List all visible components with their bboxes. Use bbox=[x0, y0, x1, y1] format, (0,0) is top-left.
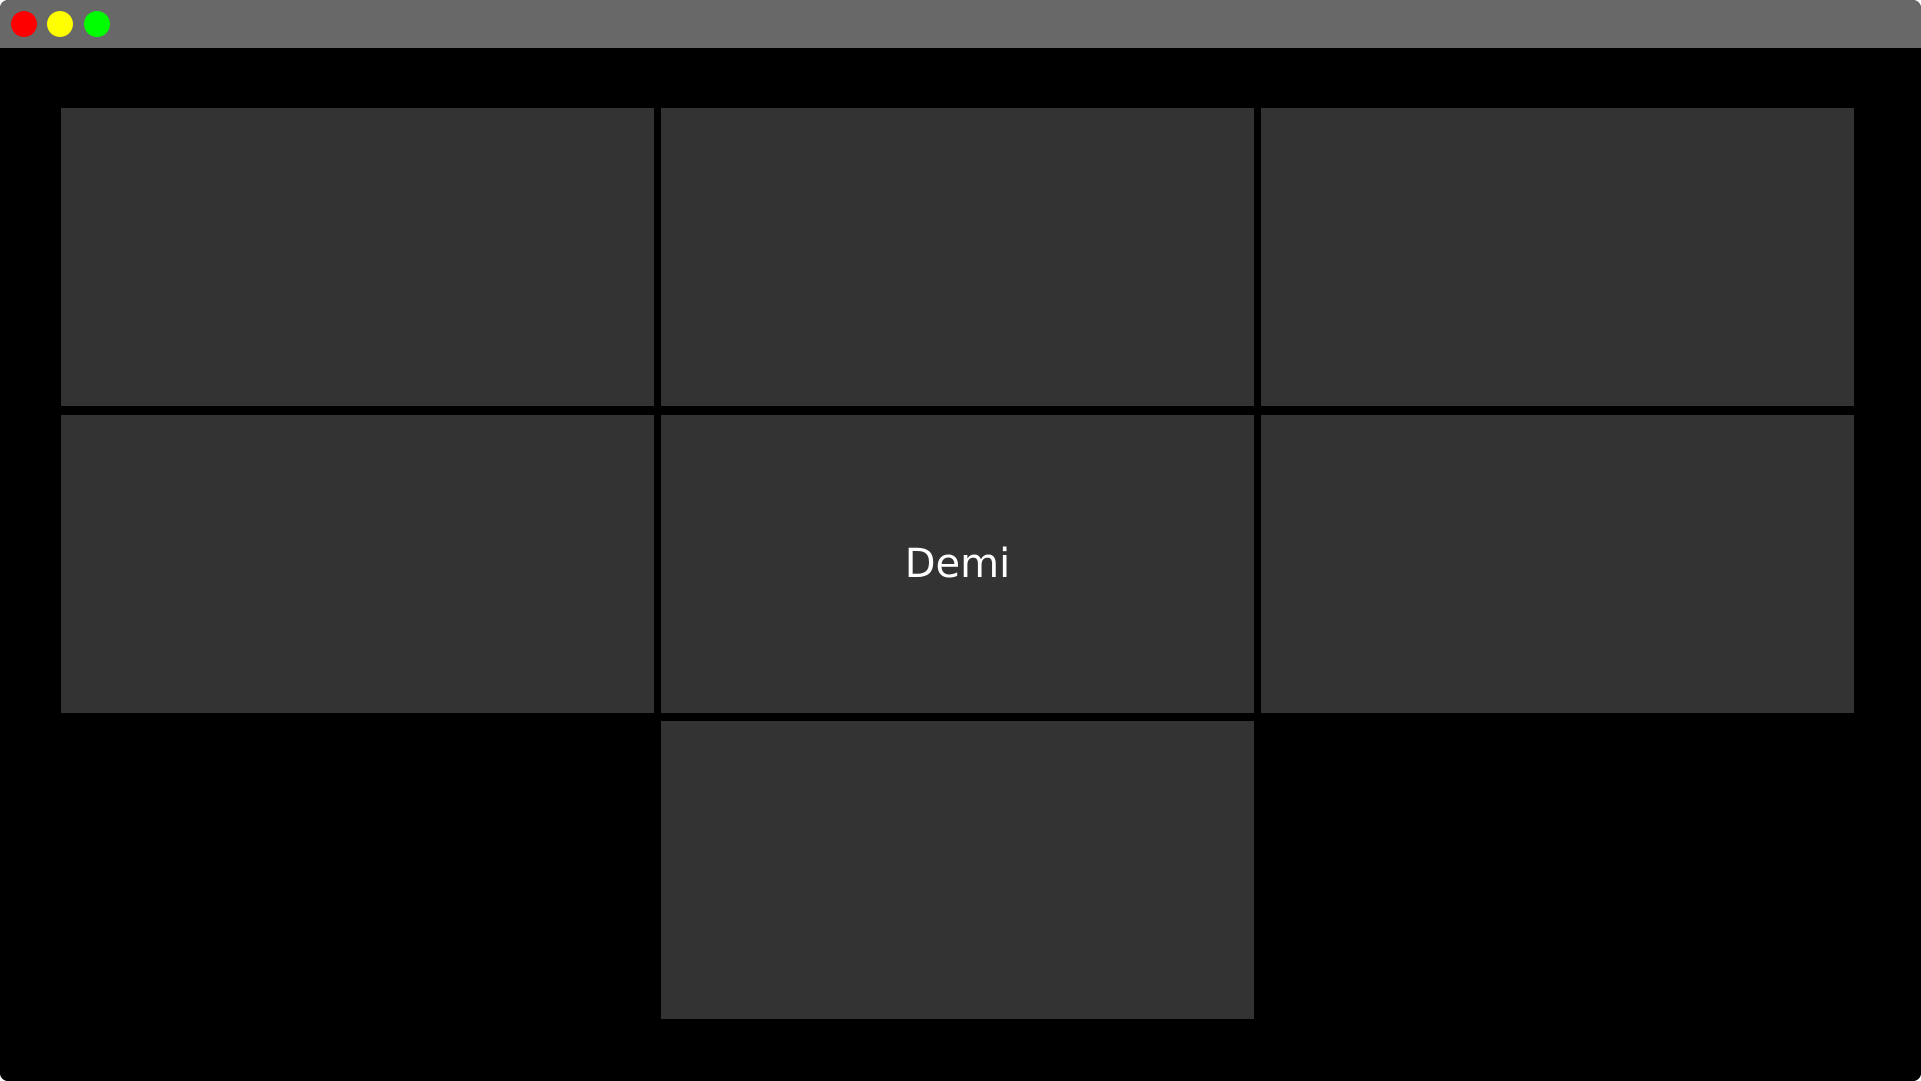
video-gallery: Demi bbox=[0, 48, 1921, 1081]
title-bar[interactable] bbox=[0, 0, 1921, 48]
close-window-button[interactable] bbox=[11, 11, 37, 37]
participant-tile[interactable] bbox=[661, 721, 1254, 1019]
participant-tile[interactable] bbox=[1261, 108, 1854, 406]
app-window: Demi bbox=[0, 0, 1921, 1081]
participant-name: Demi bbox=[904, 541, 1011, 587]
participant-tile[interactable] bbox=[1261, 415, 1854, 713]
participant-tile[interactable] bbox=[661, 108, 1254, 406]
participant-tile[interactable] bbox=[61, 415, 654, 713]
maximize-window-button[interactable] bbox=[84, 11, 110, 37]
participant-tile[interactable] bbox=[61, 108, 654, 406]
minimize-window-button[interactable] bbox=[47, 11, 73, 37]
participant-tile-demi[interactable]: Demi bbox=[661, 415, 1254, 713]
